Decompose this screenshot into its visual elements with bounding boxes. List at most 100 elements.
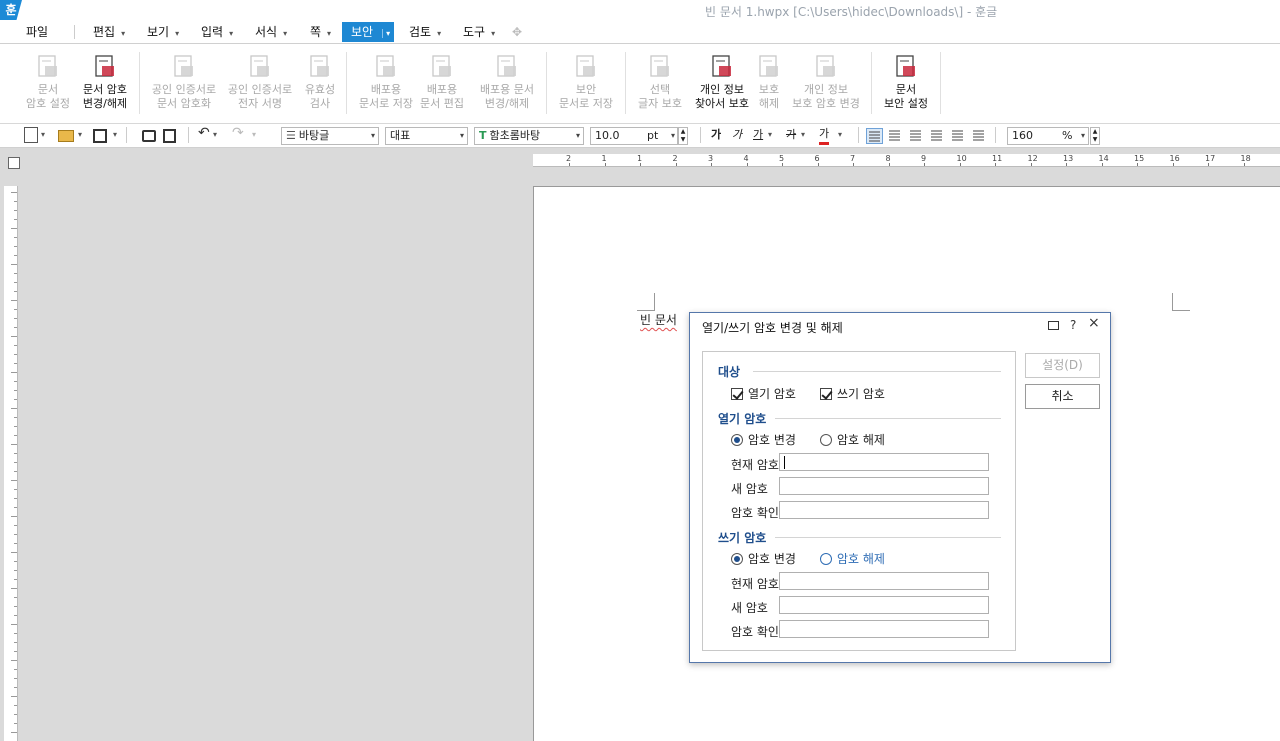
menu-tools[interactable]: 도구 ▾	[463, 22, 495, 42]
open-change-radio[interactable]: 암호 변경	[731, 431, 796, 448]
document-text[interactable]: 빈 문서	[640, 311, 677, 328]
underline-button[interactable]: 가	[753, 127, 763, 145]
menu-format[interactable]: 서식 ▾	[255, 22, 287, 42]
ribbon-button-9[interactable]: 선택 글자 보호	[635, 50, 685, 111]
chevron-down-icon[interactable]: ▾	[801, 127, 805, 145]
ribbon-button-7[interactable]: 배포용 문서 변경/해제	[477, 50, 537, 111]
chevron-down-icon[interactable]: ▾	[768, 127, 772, 145]
margin-corner-mark	[637, 293, 655, 311]
close-icon[interactable]: ×	[1088, 315, 1100, 331]
help-icon[interactable]: ?	[1070, 318, 1076, 332]
write-new-password-input[interactable]	[779, 596, 989, 614]
ribbon-button-8[interactable]: 보안 문서로 저장	[556, 50, 616, 111]
chevron-down-icon[interactable]: ▾	[41, 127, 45, 145]
ruler-tick	[11, 516, 17, 517]
ruler-tick-label: 2	[566, 154, 572, 163]
strikethrough-button[interactable]: 가	[786, 127, 796, 145]
ribbon-label: 공인 인증서로	[227, 83, 293, 96]
ribbon-button-1[interactable]: 문서 암호 변경/해제	[75, 50, 135, 111]
print-icon[interactable]	[142, 130, 156, 142]
print-preview-icon[interactable]	[163, 129, 176, 143]
ribbon-button-0[interactable]: 문서 암호 설정	[18, 50, 78, 111]
menu-page[interactable]: 쪽 ▾	[310, 22, 331, 42]
ruler-tick	[14, 507, 17, 508]
ribbon-button-2[interactable]: 공인 인증서로 문서 암호화	[144, 50, 224, 111]
ribbon-label: 문서	[37, 83, 59, 96]
open-folder-icon[interactable]	[58, 130, 74, 142]
write-confirm-password-input[interactable]	[779, 620, 989, 638]
ruler-corner-button[interactable]	[8, 157, 20, 169]
ruler-tick	[14, 525, 17, 526]
open-current-password-input[interactable]	[779, 453, 989, 471]
write-current-password-input[interactable]	[779, 572, 989, 590]
font-combo[interactable]: T 함초롬바탕 ▾	[474, 127, 584, 145]
ribbon-button-13[interactable]: 문서 보안 설정	[876, 50, 936, 111]
menu-review[interactable]: 검토 ▾	[409, 22, 441, 42]
ribbon-button-11[interactable]: 보호 해제	[754, 50, 784, 111]
align-left-button[interactable]	[887, 128, 904, 144]
align-distribute-button[interactable]	[950, 128, 967, 144]
zoom-spinner[interactable]: ▲ ▼	[1090, 127, 1100, 145]
redo-icon[interactable]: ↷	[232, 125, 244, 143]
horizontal-ruler[interactable]: 2 1 1 2 3 4 5 6 7 8 9 10 11 12 13 14 15 16 17 18	[533, 154, 1280, 167]
align-right-button[interactable]	[929, 128, 946, 144]
open-password-checkbox[interactable]: 열기 암호	[731, 385, 796, 402]
ribbon-label: 보안	[575, 83, 597, 96]
dialog-menu-icon[interactable]	[1048, 321, 1059, 330]
ruler-tick-label: 6	[814, 154, 820, 163]
style-combo[interactable]: ☰ 바탕글 ▾	[281, 127, 379, 145]
ruler-tick-label: 9	[921, 154, 927, 163]
font-color-button[interactable]: 가	[819, 127, 830, 145]
menu-edit[interactable]: 편집 ▾	[93, 22, 125, 42]
font-size-combo[interactable]: 10.0 pt ▾	[590, 127, 678, 145]
chevron-down-icon[interactable]: ▾	[252, 127, 256, 145]
chevron-down-icon[interactable]: ▾	[78, 127, 82, 145]
plugin-icon[interactable]: ✥	[512, 22, 522, 42]
secure-save-icon	[573, 54, 599, 80]
ribbon-button-4[interactable]: 유효성 검사	[300, 50, 340, 111]
menu-security[interactable]: 보안 ▾	[342, 22, 394, 42]
save-icon[interactable]	[93, 129, 107, 143]
ribbon-button-6[interactable]: 배포용 문서 편집	[415, 50, 470, 111]
open-new-password-input[interactable]	[779, 477, 989, 495]
section-divider	[775, 537, 1001, 538]
undo-icon[interactable]: ↶	[198, 125, 210, 143]
ribbon-label: 개인 정보	[700, 83, 744, 96]
write-password-checkbox[interactable]: 쓰기 암호	[820, 385, 885, 402]
app-logo[interactable]: 훈	[0, 0, 22, 20]
toolbar-separator	[995, 127, 996, 143]
ribbon-button-5[interactable]: 배포용 문서로 저장	[356, 50, 416, 111]
ruler-tick	[853, 163, 854, 166]
language-combo[interactable]: 대표 ▾	[385, 127, 468, 145]
chevron-down-icon[interactable]: ▾	[838, 127, 842, 145]
zoom-combo[interactable]: 160% ▾	[1007, 127, 1089, 145]
title-bar: 훈 빈 문서 1.hwpx [C:\Users\hidec\Downloads\…	[0, 0, 1280, 20]
menu-view[interactable]: 보기 ▾	[147, 22, 179, 42]
open-confirm-password-input[interactable]	[779, 501, 989, 519]
ruler-tick	[817, 163, 819, 166]
menu-insert[interactable]: 입력 ▾	[201, 22, 233, 42]
set-button[interactable]: 설정(D)	[1025, 353, 1100, 378]
write-change-radio[interactable]: 암호 변경	[731, 550, 796, 567]
font-size-spinner[interactable]: ▲ ▼	[678, 127, 688, 145]
ribbon-button-10[interactable]: 개인 정보 찾아서 보호	[692, 50, 752, 111]
ruler-tick	[11, 408, 17, 409]
ribbon-label: 변경/해제	[484, 97, 530, 110]
write-remove-radio[interactable]: 암호 해제	[820, 550, 885, 567]
open-remove-radio[interactable]: 암호 해제	[820, 431, 885, 448]
chevron-down-icon[interactable]: ▾	[113, 127, 117, 145]
bold-button[interactable]: 가	[711, 127, 721, 145]
ribbon-button-12[interactable]: 개인 정보 보호 암호 변경	[791, 50, 861, 111]
menu-file[interactable]: 파일	[26, 22, 48, 42]
align-divide-button[interactable]	[971, 128, 988, 144]
cancel-button[interactable]: 취소	[1025, 384, 1100, 409]
italic-button[interactable]: 가	[732, 127, 742, 145]
ribbon-button-3[interactable]: 공인 인증서로 전자 서명	[220, 50, 300, 111]
ruler-tick	[14, 219, 17, 220]
align-center-button[interactable]	[908, 128, 925, 144]
new-document-icon[interactable]	[24, 127, 38, 143]
ribbon-label: 암호 설정	[26, 97, 70, 110]
chevron-down-icon[interactable]: ▾	[213, 127, 217, 145]
vertical-ruler[interactable]	[4, 186, 18, 741]
align-justify-button[interactable]	[866, 128, 883, 144]
